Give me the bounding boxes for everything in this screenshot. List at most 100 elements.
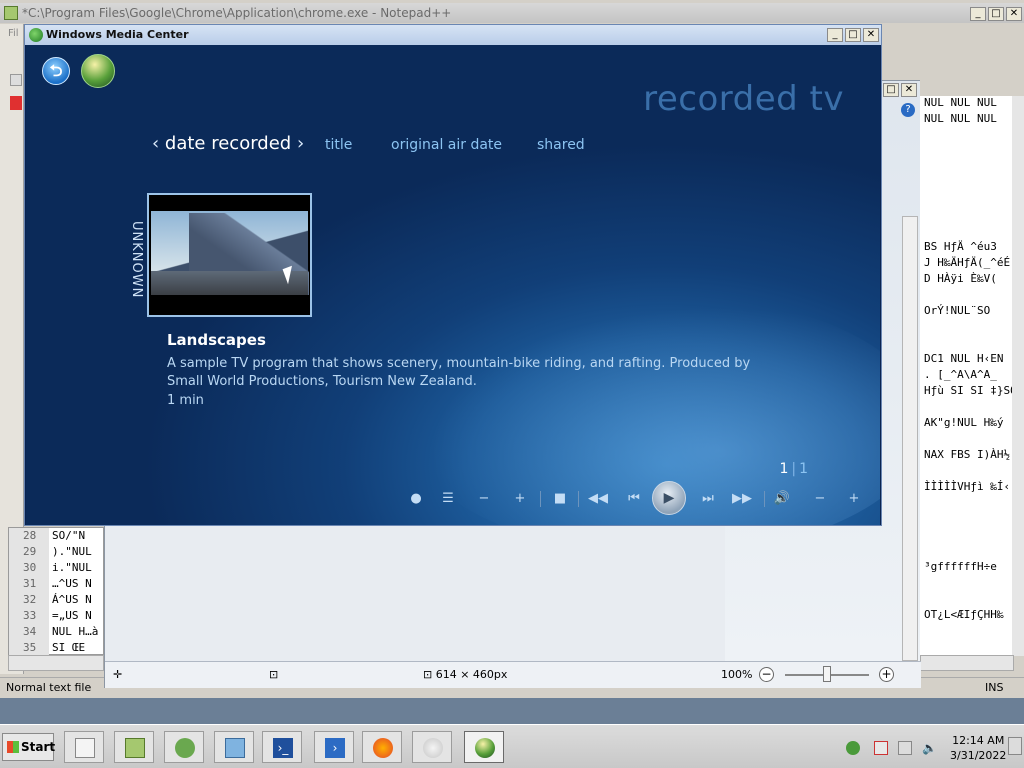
clock[interactable]: 12:14 AM 3/31/2022 — [950, 733, 1006, 763]
move-icon[interactable]: ✛ — [113, 668, 122, 681]
powershell-icon: › — [325, 738, 345, 758]
hex-line: NAX FBS I)ÀH½ — [924, 448, 1011, 461]
viewer-footer: ✛ ⊡ ⊡ 614 × 460px 100% − + — [105, 661, 921, 688]
show-desktop-button[interactable] — [1008, 737, 1022, 755]
volume-icon[interactable]: 🔈 — [922, 741, 937, 755]
start-orb-button[interactable] — [81, 54, 115, 88]
clock-date: 3/31/2022 — [950, 749, 1007, 762]
media-center-titlebar[interactable]: Windows Media Center _ □ ✕ — [25, 25, 881, 45]
skip-forward-icon[interactable]: ⏭ — [698, 489, 718, 509]
hex-line: ÌÌÌÌÌVHƒì ‰Í‹ — [924, 480, 1011, 493]
taskbar-powershell-2[interactable]: › — [314, 731, 354, 763]
hex-line: AK"g!NUL H‰ý — [924, 416, 1004, 429]
hex-horizontal-scrollbar[interactable] — [920, 655, 1014, 671]
hex-line: NUL NUL NUL — [924, 96, 997, 109]
hex-line: BS HƒÄ ^éu3 — [924, 240, 997, 253]
viewer-restore-button[interactable]: □ — [883, 83, 899, 97]
crop-icon[interactable]: ⊡ — [269, 668, 278, 681]
editor-line: 34 NUL H…à — [9, 624, 105, 640]
back-button[interactable]: ⮌ — [42, 57, 70, 85]
hex-pane[interactable]: NUL NUL NUL NUL NUL NUL BS HƒÄ ^éu3 J H‰… — [920, 96, 1014, 656]
sort-shared[interactable]: shared — [537, 137, 585, 153]
hex-line: J H‰ÄHƒÄ(_^éÉ — [924, 256, 1011, 269]
rewind-icon[interactable]: ◀◀ — [588, 489, 608, 509]
taskbar-media-center[interactable] — [464, 731, 504, 763]
group-label: UNKNOWN — [129, 221, 144, 299]
editor-line: 32 Á^US N — [9, 592, 105, 608]
windows-flag-icon — [7, 741, 19, 753]
viewer-close-button[interactable]: ✕ — [901, 83, 917, 97]
taskbar-powershell[interactable]: ›_ — [262, 731, 302, 763]
sort-date-recorded[interactable]: ‹ date recorded › — [152, 133, 304, 154]
zoom-slider-thumb[interactable] — [823, 666, 831, 682]
powershell-icon: ›_ — [273, 738, 293, 758]
notepad-titlebar[interactable]: *C:\Program Files\Google\Chrome\Applicat… — [0, 3, 1024, 23]
zoom-out-button[interactable]: − — [759, 667, 774, 682]
toolbar-icon[interactable] — [10, 96, 22, 110]
hex-line: OT¿L<ÆIƒÇHH‰ — [924, 608, 1004, 621]
editor-horizontal-scrollbar[interactable] — [8, 655, 104, 671]
taskbar-control-panel[interactable] — [214, 731, 254, 763]
status-insert-mode: INS — [985, 681, 1004, 694]
firefox-icon — [373, 738, 393, 758]
frog-icon — [175, 738, 195, 758]
taskbar-firefox[interactable] — [362, 731, 402, 763]
start-button[interactable]: Start — [2, 733, 55, 761]
security-alert-icon[interactable] — [874, 741, 888, 755]
hex-line: D HÀÿi È‰V( — [924, 272, 997, 285]
close-button[interactable]: ✕ — [1006, 7, 1022, 21]
stop-icon[interactable]: ■ — [550, 489, 570, 509]
taskbar-paint[interactable] — [412, 731, 452, 763]
media-center-title: Windows Media Center — [46, 28, 189, 41]
menu-file[interactable]: Fil — [8, 28, 19, 39]
help-icon[interactable]: ? — [901, 103, 915, 117]
wmc-minimize-button[interactable]: _ — [827, 28, 843, 42]
guide-list-icon[interactable]: ☰ — [438, 489, 458, 509]
notepad-title: *C:\Program Files\Google\Chrome\Applicat… — [22, 6, 452, 20]
volume-mute-icon[interactable]: 🔊 — [772, 489, 792, 509]
channel-up-icon[interactable]: + — [510, 489, 530, 509]
hex-vertical-scrollbar[interactable] — [1012, 96, 1024, 656]
minimize-button[interactable]: _ — [970, 7, 986, 21]
chevron-right-icon[interactable]: › — [291, 133, 304, 154]
chevron-left-icon[interactable]: ‹ — [152, 133, 165, 154]
editor-line: 30 i."NUL — [9, 560, 105, 576]
media-center-tray-icon[interactable] — [846, 741, 860, 755]
media-center-app-icon — [29, 28, 43, 42]
hex-line: NUL NUL NUL — [924, 112, 997, 125]
network-icon[interactable] — [898, 741, 912, 755]
channel-down-icon[interactable]: − — [474, 489, 494, 509]
editor-line: 35 SI ŒE — [9, 640, 105, 656]
toolbar-icon[interactable] — [10, 74, 22, 86]
fast-forward-icon[interactable]: ▶▶ — [732, 489, 752, 509]
program-thumbnail[interactable] — [147, 193, 312, 317]
sort-original-air-date[interactable]: original air date — [391, 137, 502, 153]
image-dimensions: ⊡ 614 × 460px — [423, 668, 508, 681]
media-center-content: ⮌ recorded tv ‹ date recorded › title or… — [26, 45, 880, 525]
maximize-button[interactable]: □ — [988, 7, 1004, 21]
editor-lines[interactable]: 28 SO/"N 29)."NUL 30 i."NUL 31 …^US N 32 Á^U… — [8, 527, 105, 656]
status-filetype: Normal text file — [6, 681, 92, 694]
editor-line: 33 =„US N — [9, 608, 105, 624]
viewer-vertical-scrollbar[interactable] — [902, 216, 918, 661]
play-button[interactable]: ▶ — [652, 481, 686, 515]
program-description: A sample TV program that shows scenery, … — [167, 356, 751, 389]
skip-back-icon[interactable]: ⏮ — [624, 489, 644, 509]
cards-icon — [75, 738, 95, 758]
volume-down-icon[interactable]: − — [810, 489, 830, 509]
taskbar: Start ›_ › 🔈 12:14 AM 3/31/2022 — [0, 724, 1024, 768]
taskbar-app[interactable] — [164, 731, 204, 763]
page-indicator: 1 | 1 — [779, 461, 808, 477]
record-icon[interactable]: ● — [406, 489, 426, 509]
transport-controls: ● ☰ − + ■ ◀◀ ⏮ ▶ ⏭ ▶▶ 🔊 − + — [406, 479, 876, 519]
wmc-close-button[interactable]: ✕ — [863, 28, 879, 42]
media-center-window: Windows Media Center _ □ ✕ ⮌ recorded tv… — [24, 24, 882, 526]
editor-line: 29)."NUL — [9, 544, 105, 560]
zoom-in-button[interactable]: + — [879, 667, 894, 682]
sort-title[interactable]: title — [325, 137, 352, 153]
wmc-maximize-button[interactable]: □ — [845, 28, 861, 42]
volume-up-icon[interactable]: + — [844, 489, 864, 509]
taskbar-notepadpp[interactable] — [114, 731, 154, 763]
editor-line: 28 SO/"N — [9, 528, 105, 544]
taskbar-solitaire[interactable] — [64, 731, 104, 763]
